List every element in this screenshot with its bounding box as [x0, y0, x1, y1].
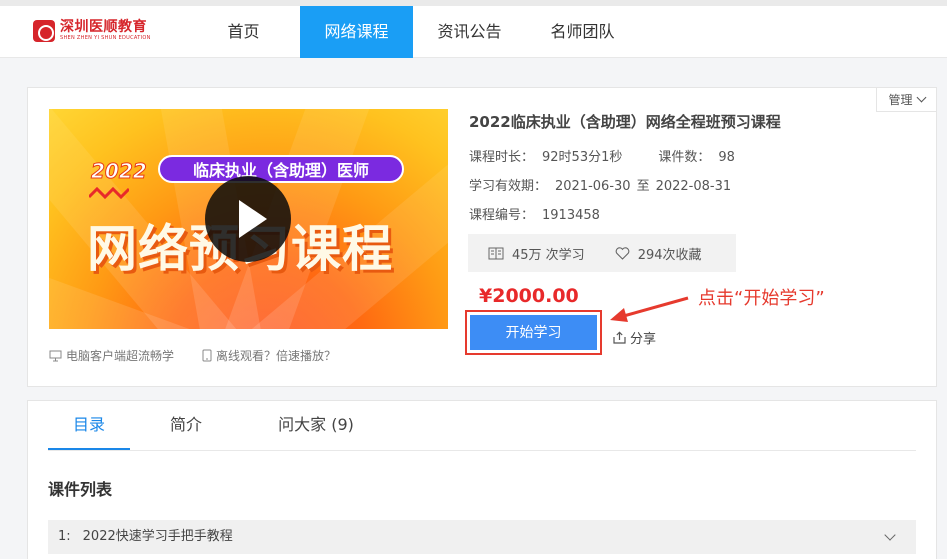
- learners-stat: 45万 次学习: [488, 244, 585, 263]
- monitor-icon: [49, 350, 62, 361]
- heart-icon: [615, 246, 630, 260]
- favorite-stat[interactable]: 294次收藏: [615, 244, 702, 263]
- course-title: 2022临床执业（含助理）网络全程班预习课程: [469, 113, 781, 131]
- tip-desktop-label: 电脑客户端超流畅学: [66, 349, 175, 363]
- count-value: 98: [718, 150, 735, 165]
- chevron-down-icon[interactable]: [884, 529, 896, 541]
- detail-tabs: 目录 简介 问大家 (9): [48, 401, 916, 451]
- code-value: 1913458: [542, 208, 600, 223]
- manage-dropdown[interactable]: 管理: [876, 88, 936, 112]
- stats-box: 45万 次学习 294次收藏: [468, 234, 736, 272]
- site-logo[interactable]: 深圳医顺教育 SHEN ZHEN YI SHUN EDUCATION: [33, 20, 151, 42]
- code-label: 课程编号：: [469, 208, 535, 223]
- count-label: 课件数：: [658, 150, 711, 165]
- share-label: 分享: [630, 332, 657, 347]
- meta-code: 课程编号： 1913458: [469, 204, 600, 223]
- tip-offline-label: 离线观看？倍速播放？: [216, 349, 337, 363]
- zigzag-decoration: [89, 187, 129, 200]
- main-nav: 首页 网络课程 资讯公告 名师团队: [187, 6, 639, 58]
- annotation-text: 点击“开始学习”: [698, 288, 825, 309]
- phone-icon: [202, 349, 212, 362]
- book-icon: [488, 247, 504, 259]
- play-icon[interactable]: [205, 176, 291, 262]
- start-learning-button[interactable]: 开始学习: [470, 315, 597, 350]
- tab-catalog[interactable]: 目录: [48, 401, 130, 450]
- tip-offline-speed[interactable]: 离线观看？倍速播放？: [202, 347, 336, 364]
- favorites-count: 294次收藏: [637, 247, 702, 263]
- learners-count: 45万 次学习: [512, 247, 585, 263]
- nav-online-courses[interactable]: 网络课程: [300, 6, 413, 58]
- course-card: 管理 2022 临床执业（含助理）医师 网络预习课程 电脑客户端超流畅学: [27, 87, 937, 387]
- site-header: 深圳医顺教育 SHEN ZHEN YI SHUN EDUCATION 首页 网络…: [0, 6, 947, 58]
- logo-name: 深圳医顺教育: [60, 19, 147, 35]
- cover-badge: 临床执业（含助理）医师: [158, 155, 404, 183]
- duration-label: 课程时长：: [469, 150, 535, 165]
- logo-subtitle: SHEN ZHEN YI SHUN EDUCATION: [60, 35, 151, 41]
- nav-news[interactable]: 资讯公告: [413, 6, 526, 58]
- validity-label: 学习有效期：: [469, 179, 548, 194]
- meta-duration-count: 课程时长： 92时53分1秒 课件数： 98: [469, 146, 735, 165]
- tip-desktop-client[interactable]: 电脑客户端超流畅学: [49, 347, 174, 364]
- lesson-number: 1:: [58, 529, 71, 544]
- course-price: ¥2000.00: [479, 285, 579, 307]
- meta-validity: 学习有效期： 2021-06-30 至 2022-08-31: [469, 175, 731, 194]
- course-cover-video[interactable]: 2022 临床执业（含助理）医师 网络预习课程: [49, 109, 448, 329]
- tab-qa[interactable]: 问大家 (9): [246, 401, 386, 450]
- lesson-title: 2022快速学习手把手教程: [82, 529, 233, 544]
- tab-intro[interactable]: 简介: [130, 401, 242, 450]
- chevron-down-icon: [916, 92, 926, 103]
- courseware-list-title: 课件列表: [48, 480, 113, 499]
- manage-label: 管理: [888, 93, 913, 107]
- client-tips: 电脑客户端超流畅学 离线观看？倍速播放？: [49, 347, 336, 364]
- cover-year: 2022: [91, 159, 148, 184]
- validity-end: 2022-08-31: [655, 179, 732, 194]
- nav-teachers[interactable]: 名师团队: [526, 6, 639, 58]
- logo-text: 深圳医顺教育 SHEN ZHEN YI SHUN EDUCATION: [60, 20, 151, 42]
- logo-icon: [33, 20, 55, 42]
- start-highlight-box: 开始学习: [465, 310, 602, 355]
- validity-to: 至: [636, 179, 650, 194]
- share-icon: [613, 331, 626, 344]
- nav-home[interactable]: 首页: [187, 6, 300, 58]
- duration-value: 92时53分1秒: [542, 150, 623, 165]
- share-button[interactable]: 分享: [613, 328, 656, 347]
- list-item[interactable]: 1: 2022快速学习手把手教程: [48, 520, 916, 554]
- course-detail-panel: 目录 简介 问大家 (9) 课件列表 1: 2022快速学习手把手教程: [27, 400, 937, 559]
- validity-start: 2021-06-30: [555, 179, 631, 194]
